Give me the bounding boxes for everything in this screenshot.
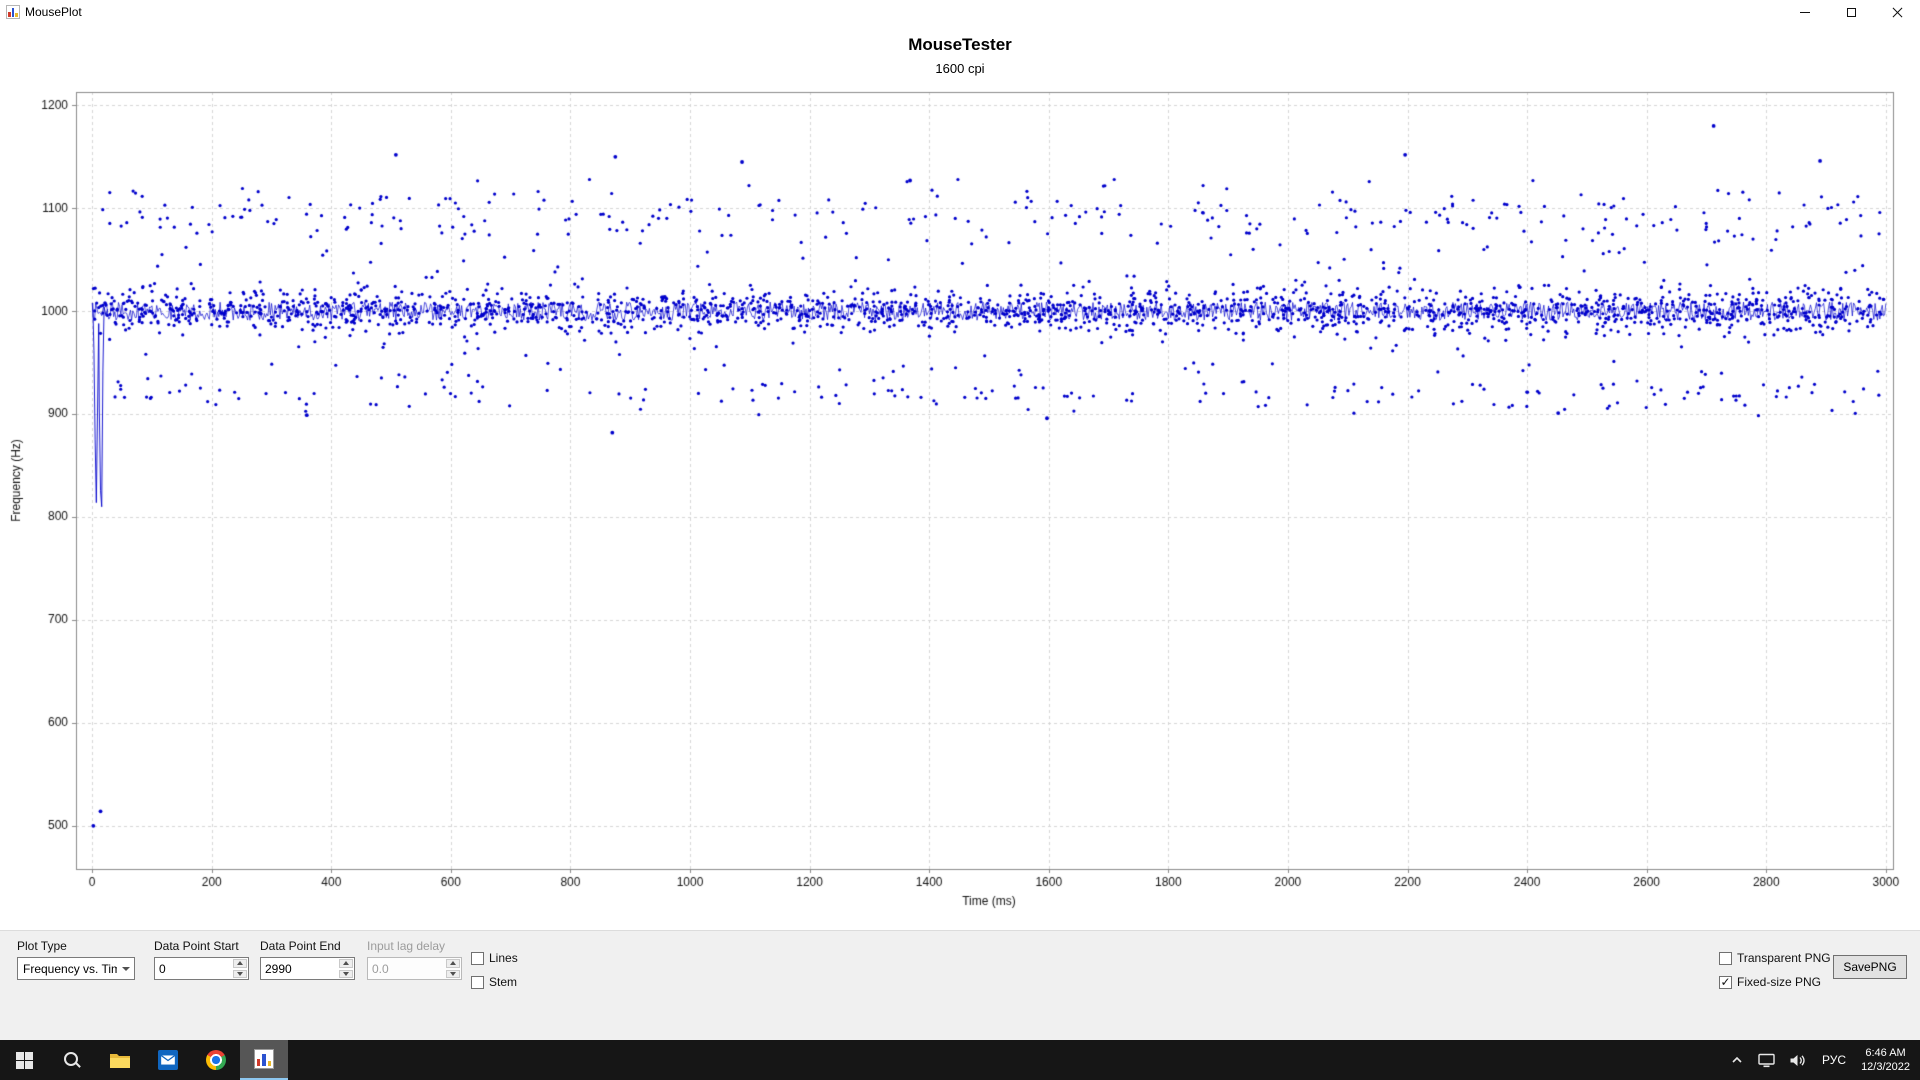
data-point-start-field[interactable]: [155, 958, 232, 979]
chart-subtitle: 1600 cpi: [0, 61, 1920, 76]
speaker-icon: [1789, 1053, 1806, 1068]
spin-down-icon[interactable]: [339, 970, 353, 979]
lines-checkbox[interactable]: [471, 952, 484, 965]
plot-type-value: Frequency vs. Time: [18, 962, 117, 976]
start-button[interactable]: [0, 1040, 48, 1080]
stem-label: Stem: [489, 975, 517, 989]
title-bar: MousePlot: [0, 0, 1920, 24]
taskbar-file-explorer-button[interactable]: [96, 1040, 144, 1080]
close-button[interactable]: [1874, 0, 1920, 24]
lines-checkbox-row[interactable]: Lines: [471, 951, 518, 965]
maximize-button[interactable]: [1828, 0, 1874, 24]
taskbar-chrome-button[interactable]: [192, 1040, 240, 1080]
fixed-size-png-label: Fixed-size PNG: [1737, 975, 1821, 989]
clock-time: 6:46 AM: [1861, 1046, 1910, 1060]
folder-icon: [109, 1050, 131, 1070]
transparent-png-label: Transparent PNG: [1737, 951, 1831, 965]
system-tray: РУС 6:46 AM 12/3/2022: [1723, 1040, 1920, 1080]
window-controls: [1782, 0, 1920, 24]
maximize-icon: [1847, 8, 1856, 17]
fixed-size-png-checkbox[interactable]: [1719, 976, 1732, 989]
data-point-end-input[interactable]: [260, 957, 355, 980]
stem-checkbox-row[interactable]: Stem: [471, 975, 517, 989]
taskbar-mouseplot-button[interactable]: [240, 1040, 288, 1080]
plot-type-select[interactable]: Frequency vs. Time: [17, 957, 135, 980]
data-point-end-field[interactable]: [261, 958, 338, 979]
taskbar: РУС 6:46 AM 12/3/2022: [0, 1040, 1920, 1080]
mail-icon: [158, 1050, 178, 1070]
taskbar-search-button[interactable]: [48, 1040, 96, 1080]
data-point-end-spinner: [338, 958, 354, 979]
plot-type-label: Plot Type: [17, 939, 135, 953]
input-lag-delay-field: [368, 958, 445, 979]
chevron-down-icon[interactable]: [117, 958, 134, 979]
data-point-start-input[interactable]: [154, 957, 249, 980]
window-title: MousePlot: [25, 5, 82, 19]
data-point-end-label: Data Point End: [260, 939, 355, 953]
windows-logo-icon: [16, 1052, 33, 1069]
input-lag-delay-label: Input lag delay: [367, 939, 462, 953]
spin-up-icon: [446, 959, 460, 968]
control-panel: Plot Type Frequency vs. Time Data Point …: [0, 930, 1920, 1040]
clock-date: 12/3/2022: [1861, 1060, 1910, 1074]
data-point-start-group: Data Point Start: [154, 939, 249, 980]
plot-type-group: Plot Type Frequency vs. Time: [17, 939, 135, 980]
app-icon: [6, 5, 20, 19]
data-point-end-group: Data Point End: [260, 939, 355, 980]
taskbar-mail-button[interactable]: [144, 1040, 192, 1080]
spin-up-icon[interactable]: [233, 959, 247, 968]
client-area: MouseTester 1600 cpi Plot Type Frequency…: [0, 24, 1920, 1040]
chart-title: MouseTester: [0, 35, 1920, 55]
stem-checkbox[interactable]: [471, 976, 484, 989]
data-point-start-label: Data Point Start: [154, 939, 249, 953]
input-lag-delay-group: Input lag delay: [367, 939, 462, 980]
taskbar-clock[interactable]: 6:46 AM 12/3/2022: [1855, 1040, 1920, 1080]
chevron-up-icon: [1730, 1053, 1744, 1067]
tray-network-button[interactable]: [1751, 1040, 1782, 1080]
mouseplot-icon: [254, 1049, 274, 1069]
chrome-icon: [206, 1050, 226, 1070]
fixed-size-png-checkbox-row[interactable]: Fixed-size PNG: [1719, 975, 1821, 989]
input-lag-delay-spinner: [445, 958, 461, 979]
spin-up-icon[interactable]: [339, 959, 353, 968]
spin-down-icon[interactable]: [233, 970, 247, 979]
search-icon: [63, 1051, 81, 1069]
network-icon: [1758, 1053, 1775, 1068]
transparent-png-checkbox[interactable]: [1719, 952, 1732, 965]
transparent-png-checkbox-row[interactable]: Transparent PNG: [1719, 951, 1831, 965]
language-indicator[interactable]: РУС: [1813, 1040, 1855, 1080]
minimize-button[interactable]: [1782, 0, 1828, 24]
tray-expand-button[interactable]: [1723, 1040, 1751, 1080]
frequency-vs-time-chart: [0, 24, 1920, 930]
save-png-button[interactable]: SavePNG: [1833, 955, 1907, 979]
tray-volume-button[interactable]: [1782, 1040, 1813, 1080]
input-lag-delay-input: [367, 957, 462, 980]
minimize-icon: [1800, 12, 1810, 13]
close-icon: [1892, 7, 1903, 18]
data-point-start-spinner: [232, 958, 248, 979]
spin-down-icon: [446, 970, 460, 979]
lines-label: Lines: [489, 951, 518, 965]
